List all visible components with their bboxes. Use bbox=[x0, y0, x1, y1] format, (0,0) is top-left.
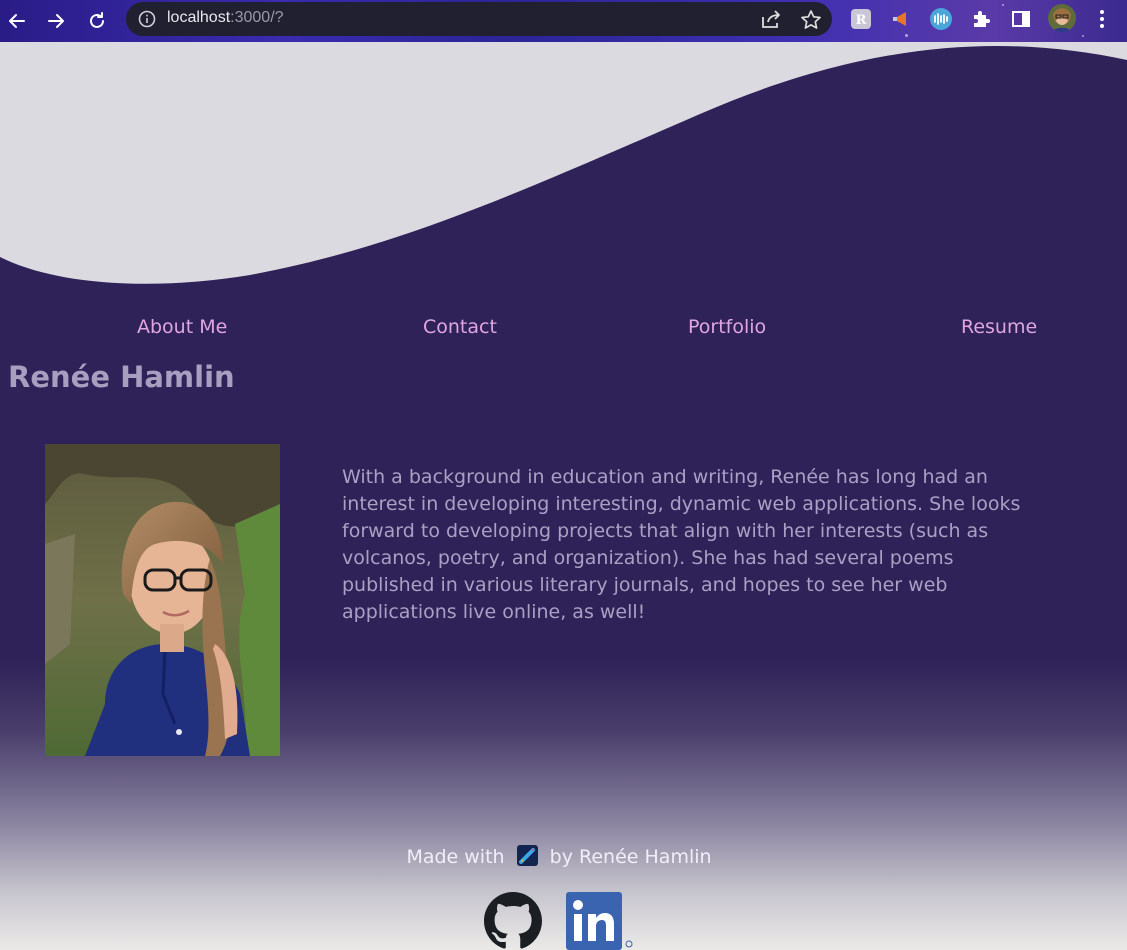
back-button[interactable] bbox=[3, 7, 31, 35]
profile-photo bbox=[45, 444, 280, 756]
svg-text:R: R bbox=[856, 13, 867, 28]
side-panel-icon bbox=[1012, 11, 1030, 27]
forward-button[interactable] bbox=[42, 7, 70, 35]
forward-icon bbox=[48, 14, 64, 28]
reload-icon bbox=[90, 12, 104, 28]
profile-button[interactable] bbox=[1047, 3, 1077, 33]
nav-contact[interactable]: Contact bbox=[423, 316, 497, 338]
page-title: Renée Hamlin bbox=[8, 360, 235, 394]
address-bar[interactable]: localhost:3000/? bbox=[126, 2, 832, 36]
back-icon bbox=[9, 14, 25, 28]
nav-about-me[interactable]: About Me bbox=[137, 316, 227, 338]
nav-portfolio[interactable]: Portfolio bbox=[688, 316, 766, 338]
menu-dots-icon bbox=[1100, 10, 1104, 28]
footer-made-with: Made with bbox=[406, 846, 505, 868]
side-panel-button[interactable] bbox=[1009, 7, 1033, 31]
nav-resume[interactable]: Resume bbox=[961, 316, 1037, 338]
extension-audio-button[interactable] bbox=[929, 7, 953, 31]
extension-r-icon: R bbox=[851, 9, 871, 29]
profile-avatar bbox=[1048, 4, 1076, 32]
extension-megaphone-icon bbox=[893, 12, 906, 26]
extension-audio-icon bbox=[930, 8, 952, 30]
extensions-button[interactable] bbox=[969, 7, 993, 31]
header-wave bbox=[0, 42, 1127, 284]
footer-by: by Renée Hamlin bbox=[549, 846, 712, 868]
url-text[interactable]: localhost:3000/? bbox=[167, 9, 284, 27]
bio-paragraph: With a background in education and writi… bbox=[342, 466, 1021, 623]
extension-r-button[interactable]: R bbox=[849, 7, 873, 31]
reload-button[interactable] bbox=[83, 7, 111, 35]
page-content: About Me Contact Portfolio Resume Renée … bbox=[0, 42, 1127, 950]
site-info-icon[interactable] bbox=[138, 10, 156, 28]
extensions-puzzle-icon bbox=[974, 11, 990, 27]
footer-credit: Made with by Renée Hamlin bbox=[0, 845, 1118, 868]
linkedin-icon[interactable] bbox=[566, 892, 634, 950]
extension-megaphone-button[interactable] bbox=[889, 7, 913, 31]
bookmark-star-icon[interactable] bbox=[800, 9, 822, 31]
browser-toolbar: localhost:3000/? R bbox=[0, 0, 1127, 42]
github-icon[interactable] bbox=[484, 892, 542, 950]
share-icon[interactable] bbox=[760, 9, 782, 29]
browser-menu-button[interactable] bbox=[1090, 7, 1114, 31]
rocket-icon bbox=[516, 845, 538, 866]
